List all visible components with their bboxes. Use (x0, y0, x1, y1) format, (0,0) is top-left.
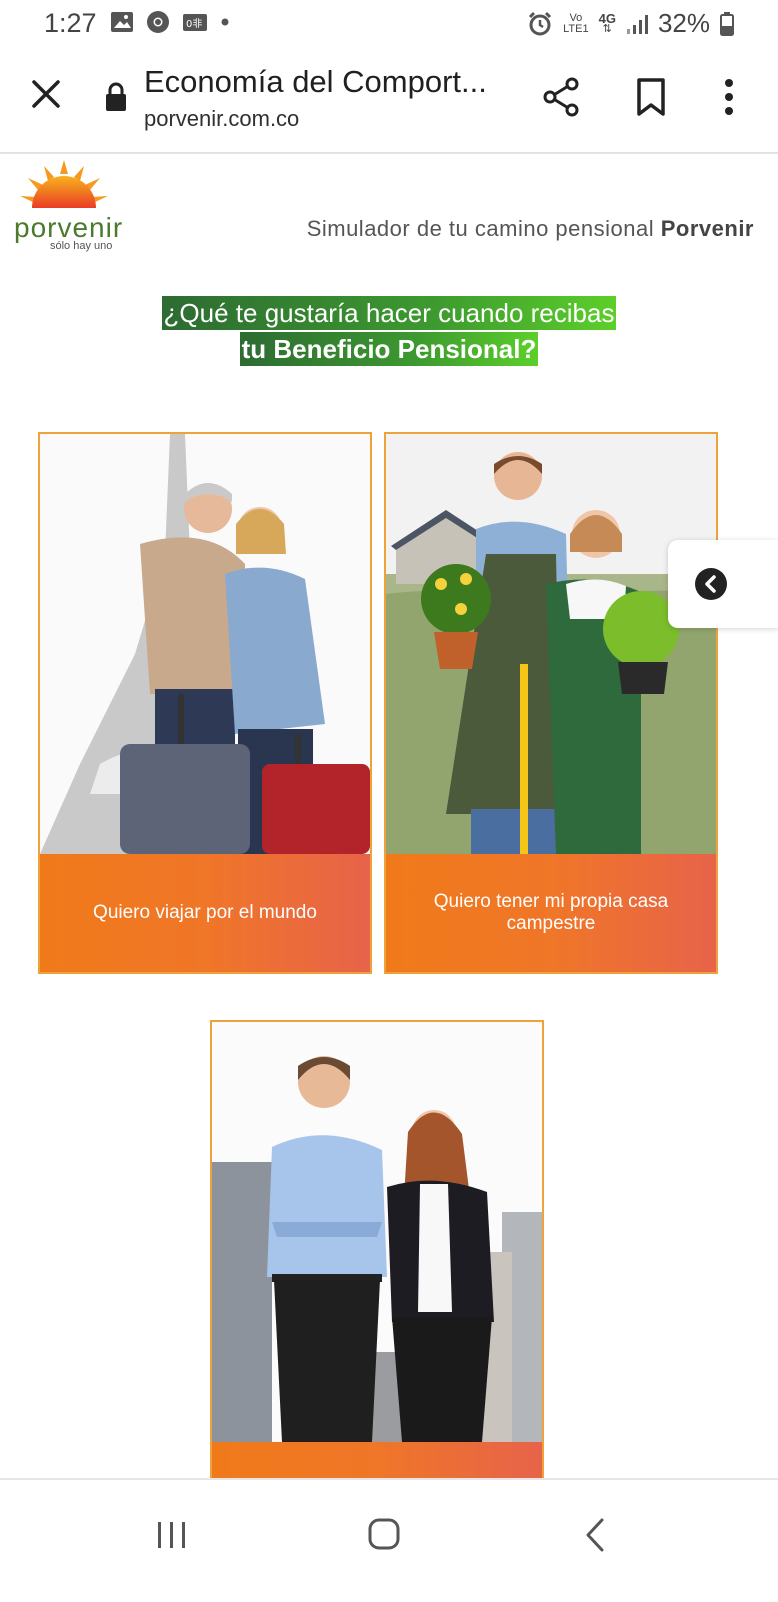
share-icon[interactable] (542, 76, 582, 118)
question-line-2: tu Beneficio Pensional? (239, 332, 539, 366)
option-label: Quiero tener mi propia casa campestre (433, 891, 669, 934)
option-label: Quiero viajar por el mundo (93, 902, 317, 923)
question-line-1: ¿Qué te gustaría hacer cuando recibas (161, 296, 617, 330)
battery-icon (720, 11, 734, 36)
business-photo (212, 1022, 542, 1442)
option-label-band[interactable]: Quiero viajar por el mundo (40, 854, 370, 972)
chrome-icon (147, 11, 169, 33)
chevron-left-icon[interactable] (695, 568, 727, 600)
dot-icon (221, 18, 229, 26)
network-4g-indicator: 4G ⇅ (598, 10, 616, 35)
home-icon[interactable] (354, 1510, 414, 1560)
status-time: 1:27 (44, 8, 97, 38)
volte-indicator: Vo LTE1 (563, 11, 589, 35)
brand-name: Porvenir (660, 216, 754, 241)
close-icon[interactable] (28, 76, 64, 112)
browser-toolbar: Economía del Comport... porvenir.com.co (0, 48, 778, 154)
recent-apps-icon[interactable] (142, 1510, 202, 1560)
option-card-business[interactable] (210, 1020, 544, 1484)
bookmark-icon[interactable] (636, 78, 666, 116)
option-label-band[interactable] (212, 1442, 542, 1482)
signal-icon (626, 14, 648, 34)
question-heading: ¿Qué te gustaría hacer cuando recibas tu… (0, 296, 778, 366)
logo-tagline: sólo hay uno (50, 240, 113, 252)
alarm-icon (529, 11, 552, 35)
lock-icon (106, 82, 126, 111)
page-title: Economía del Comport... (144, 64, 487, 99)
page-url: porvenir.com.co (144, 106, 300, 131)
option-card-country-house[interactable]: Quiero tener mi propia casa campestre (384, 432, 718, 974)
system-navigation-bar (0, 1478, 778, 1602)
app-icon: 0非 (183, 14, 207, 31)
back-icon[interactable] (566, 1510, 626, 1560)
country-house-photo (386, 434, 716, 854)
travel-photo (40, 434, 370, 854)
system-icons: Vo LTE1 4G ⇅ 32% (527, 8, 734, 39)
status-bar: 1:27 0非 Vo LTE1 4G ⇅ 32% (0, 0, 778, 48)
gallery-icon (111, 12, 133, 32)
notification-icons: 0非 (110, 10, 230, 34)
battery-percent: 32% (657, 8, 710, 38)
more-options-icon[interactable] (724, 78, 734, 116)
option-card-travel[interactable]: Quiero viajar por el mundo (38, 432, 372, 974)
option-label-band[interactable]: Quiero tener mi propia casa campestre (386, 854, 716, 972)
svg-text:0非: 0非 (186, 18, 202, 30)
simulator-heading: Simulador de tu camino pensional Porveni… (306, 216, 754, 241)
side-panel-tab[interactable] (668, 540, 778, 628)
